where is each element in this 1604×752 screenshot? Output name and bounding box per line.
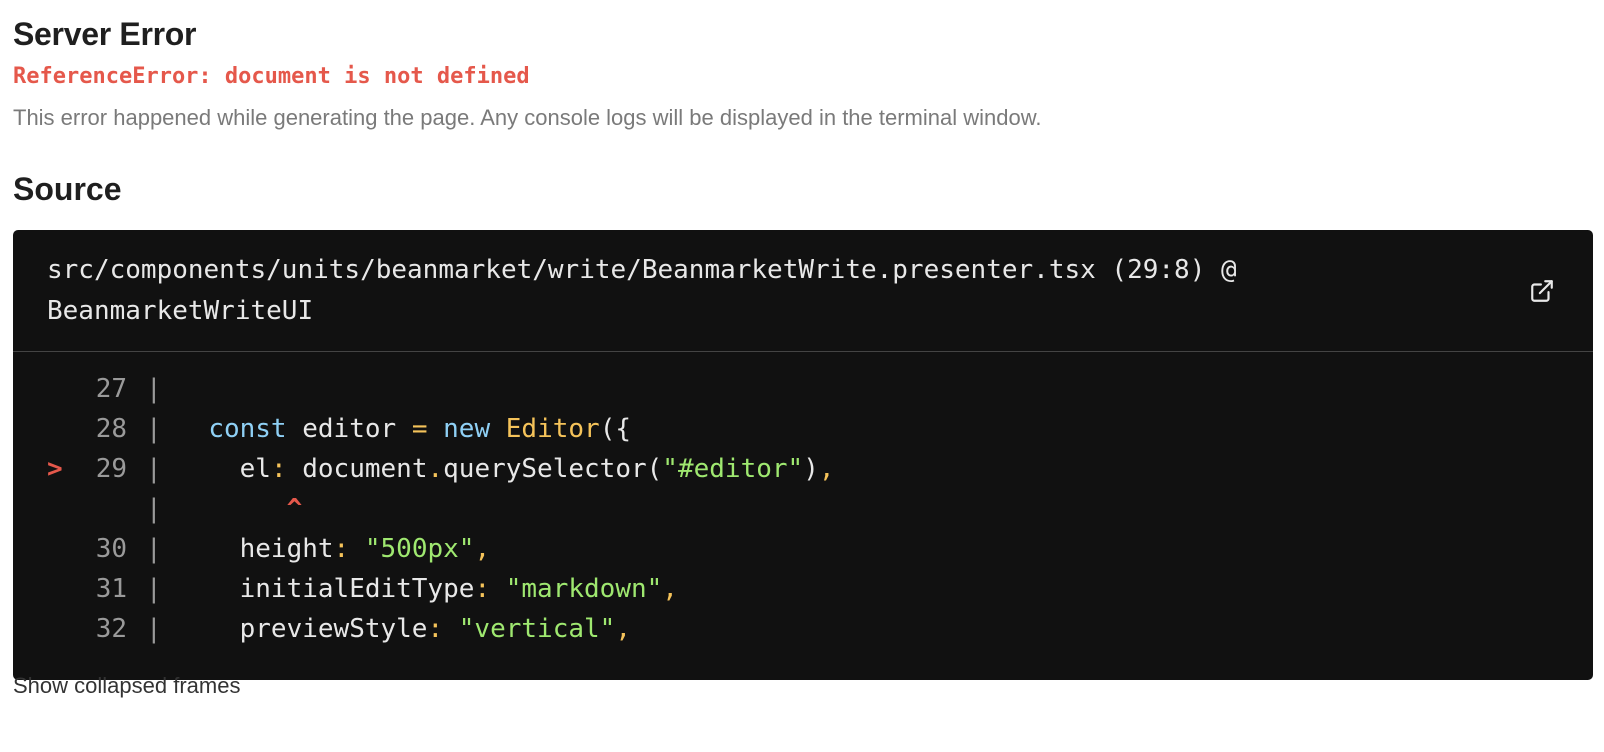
code-token: "markdown" (505, 574, 663, 604)
code-token: = (411, 414, 428, 444)
gutter-separator: | (146, 414, 162, 444)
gutter-separator: | (146, 494, 162, 524)
code-line: 30 | height: "500px", (13, 529, 1593, 569)
code-frame: src/components/units/beanmarket/write/Be… (13, 230, 1593, 680)
line-number: 31 (95, 574, 127, 604)
error-message: ReferenceError: document is not defined (13, 64, 530, 89)
code-token: ) (803, 454, 819, 484)
gutter-separator: | (146, 574, 162, 604)
code-token: height (239, 534, 334, 564)
gutter-separator: | (146, 534, 162, 564)
code-token: const (208, 414, 287, 444)
code-token: Editor (505, 414, 600, 444)
code-token: , (615, 614, 631, 644)
file-path-link[interactable]: src/components/units/beanmarket/write/Be… (47, 250, 1347, 332)
code-token: "#editor" (662, 454, 804, 484)
gutter-separator: | (146, 454, 162, 484)
code-token: el (239, 454, 271, 484)
gutter-separator: | (146, 614, 162, 644)
code-line: >29 | el: document.querySelector("#editor… (13, 449, 1593, 489)
code-token: document (286, 454, 428, 484)
code-text: initialEditType: "markdown", (177, 569, 678, 609)
code-token: , (474, 534, 491, 564)
external-link-icon[interactable] (1529, 278, 1555, 304)
error-description: This error happened while generating the… (13, 105, 1042, 130)
source-heading: Source (13, 171, 122, 207)
code-text: const editor = new Editor({ (177, 409, 631, 449)
code-line: 31 | initialEditType: "markdown", (13, 569, 1593, 609)
code-token: "vertical" (458, 614, 616, 644)
code-frame-header: src/components/units/beanmarket/write/Be… (13, 230, 1593, 352)
code-line: 32 | previewStyle: "vertical", (13, 609, 1593, 649)
code-token: . (427, 454, 444, 484)
code-token: initialEditType (239, 574, 475, 604)
code-token: "500px" (364, 534, 475, 564)
page-title: Server Error (13, 16, 197, 52)
code-token: ({ (599, 414, 631, 444)
code-token: : (427, 614, 444, 644)
code-token: editor (286, 414, 412, 444)
code-text: previewStyle: "vertical", (177, 609, 631, 649)
code-token: , (818, 454, 835, 484)
code-token: , (662, 574, 678, 604)
code-token: new (443, 414, 491, 444)
gutter-separator: | (146, 374, 162, 404)
line-number: 32 (95, 614, 127, 644)
line-number: 30 (95, 534, 127, 564)
code-text: el: document.querySelector("#editor"), (177, 449, 835, 489)
error-caret: ^ (286, 494, 303, 524)
error-line-marker: > (47, 454, 63, 484)
code-token: : (270, 454, 287, 484)
line-number: 27 (95, 374, 127, 404)
show-collapsed-frames-button[interactable]: Show collapsed frames (13, 673, 240, 699)
code-token: : (333, 534, 350, 564)
code-line: 28 | const editor = new Editor({ (13, 409, 1593, 449)
code-line: 27 | (13, 369, 1593, 409)
caret-indicator-row: ^ (177, 489, 303, 529)
caret-line: | ^ (13, 489, 1593, 529)
code-token: querySelector( (443, 454, 663, 484)
code-text: height: "500px", (177, 529, 490, 569)
code-token: : (474, 574, 491, 604)
line-number: 29 (95, 454, 127, 484)
code-token: previewStyle (239, 614, 428, 644)
line-number: 28 (95, 414, 127, 444)
